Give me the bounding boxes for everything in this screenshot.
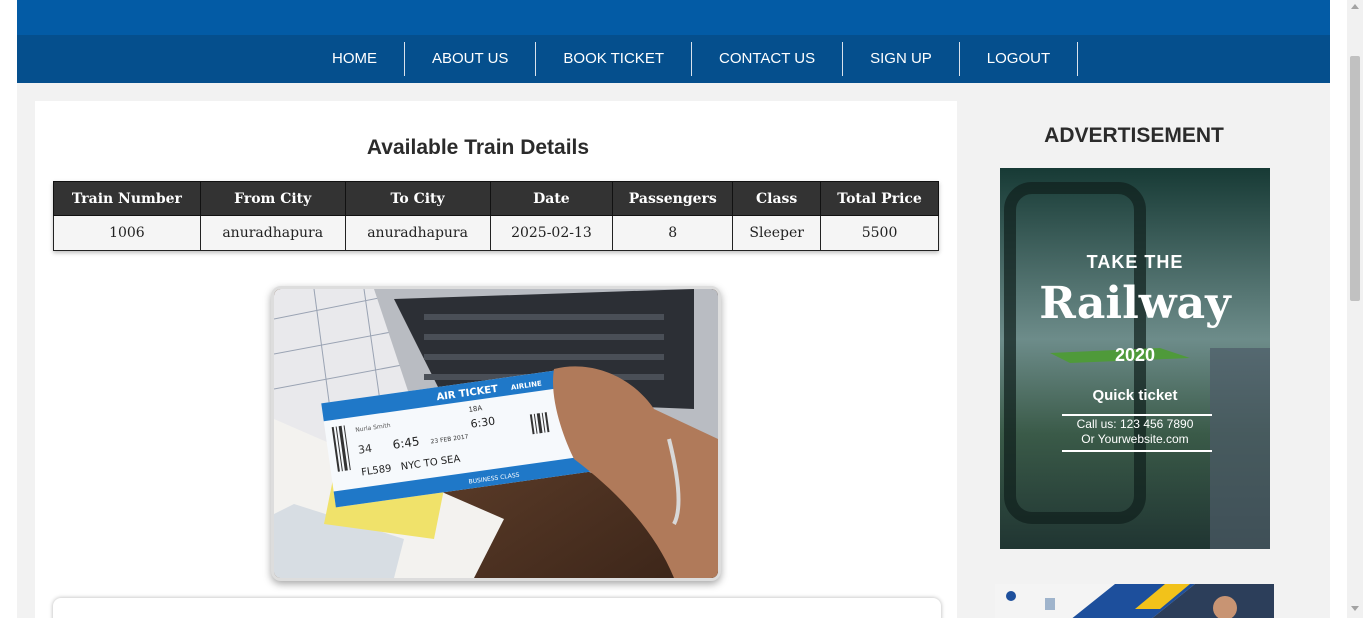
cell-train-number: 1006 bbox=[53, 215, 201, 251]
advertisement-poster[interactable]: TAKE THE Railway 2020 Quick ticket Call … bbox=[1000, 168, 1270, 549]
cell-total-price: 5500 bbox=[820, 215, 939, 251]
header-date: Date bbox=[489, 181, 614, 216]
cell-class: Sleeper bbox=[732, 215, 822, 251]
nav-bar: HOME ABOUT US BOOK TICKET CONTACT US SIG… bbox=[17, 35, 1330, 83]
nav-logout[interactable]: LOGOUT bbox=[960, 42, 1079, 76]
ad-year: 2020 bbox=[1114, 345, 1156, 365]
advertisement-banner[interactable] bbox=[995, 584, 1274, 618]
table-row: 1006 anuradhapura anuradhapura 2025-02-1… bbox=[53, 215, 939, 251]
nav-about-us[interactable]: ABOUT US bbox=[405, 42, 537, 76]
cell-from-city: anuradhapura bbox=[199, 215, 346, 251]
ad-call: Call us: 123 456 7890 bbox=[1076, 417, 1194, 431]
scroll-down-icon[interactable] bbox=[1351, 606, 1359, 611]
ticket-photo-illustration: AIR TICKET AIRLINE Nurla Smith 34 6:45 2… bbox=[274, 289, 718, 578]
info-card bbox=[53, 598, 941, 618]
banner-logo-icon bbox=[1006, 591, 1016, 601]
ticket-seat-text: 34 bbox=[357, 442, 373, 457]
scroll-up-icon[interactable] bbox=[1351, 4, 1359, 9]
ad-divider-bottom bbox=[1062, 450, 1212, 452]
header-to-city: To City bbox=[344, 181, 491, 216]
nav-sign-up[interactable]: SIGN UP bbox=[843, 42, 960, 76]
advertisement-title: ADVERTISEMENT bbox=[1044, 124, 1224, 147]
header-from-city: From City bbox=[199, 181, 346, 216]
nav-contact-us[interactable]: CONTACT US bbox=[692, 42, 844, 76]
header-band bbox=[17, 0, 1330, 35]
scroll-thumb[interactable] bbox=[1350, 56, 1360, 301]
nav-book-ticket[interactable]: BOOK TICKET bbox=[536, 42, 692, 76]
cell-to-city: anuradhapura bbox=[344, 215, 491, 251]
ad-divider-top bbox=[1062, 414, 1212, 416]
page-title: Available Train Details bbox=[366, 136, 590, 159]
header-total-price: Total Price bbox=[820, 181, 939, 216]
ad-tagline: Quick ticket bbox=[1092, 387, 1178, 404]
ad-line1: TAKE THE bbox=[1086, 252, 1184, 272]
header-train-number: Train Number bbox=[53, 181, 201, 216]
ticket-photo: AIR TICKET AIRLINE Nurla Smith 34 6:45 2… bbox=[271, 286, 721, 581]
page-background: HOME ABOUT US BOOK TICKET CONTACT US SIG… bbox=[17, 0, 1330, 618]
cell-passengers: 8 bbox=[612, 215, 734, 251]
train-details-table: Train Number From City To City Date Pass… bbox=[53, 181, 939, 251]
table-header-row: Train Number From City To City Date Pass… bbox=[53, 181, 939, 216]
header-passengers: Passengers bbox=[612, 181, 734, 216]
nav-home[interactable]: HOME bbox=[305, 42, 405, 76]
ad-banner-graphic bbox=[995, 584, 1274, 618]
cell-date: 2025-02-13 bbox=[489, 215, 614, 251]
header-class: Class bbox=[732, 181, 822, 216]
nav-menu: HOME ABOUT US BOOK TICKET CONTACT US SIG… bbox=[305, 42, 1079, 76]
ad-website: Or Yourwebsite.com bbox=[1081, 432, 1189, 446]
vertical-scrollbar[interactable] bbox=[1347, 0, 1363, 618]
ad-line2: Railway bbox=[1039, 278, 1231, 329]
banner-building-icon bbox=[1045, 598, 1055, 610]
